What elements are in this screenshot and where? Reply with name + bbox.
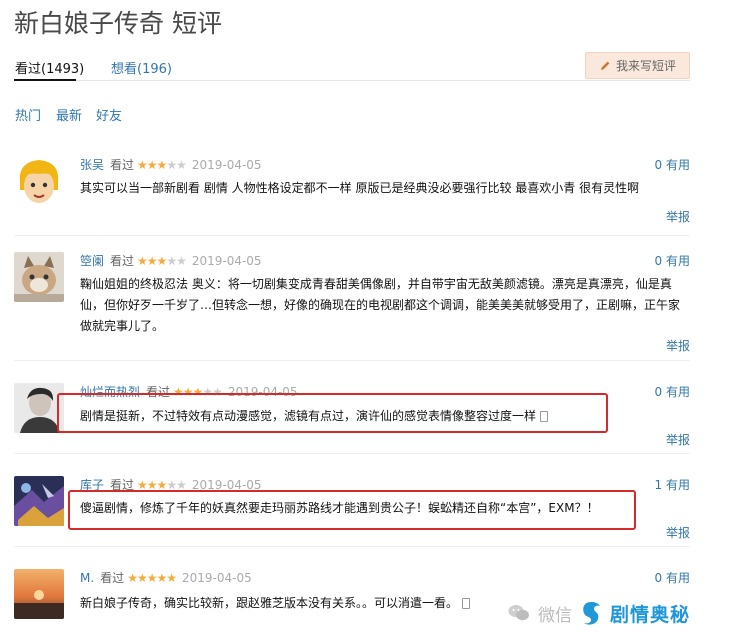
- write-review-button[interactable]: 我来写短评: [585, 52, 690, 79]
- reviewer-name[interactable]: M.: [80, 571, 94, 585]
- pencil-icon: [600, 61, 610, 70]
- review-content: 其实可以当一部新剧看 剧情 人物性格设定都不一样 原版已是经典没必要强行比较 最…: [80, 181, 640, 195]
- rating-stars: ★★★★★: [127, 571, 177, 585]
- useful-vote[interactable]: 1 有用: [655, 476, 690, 493]
- watch-status: 看过: [110, 254, 135, 268]
- avatar[interactable]: [14, 252, 64, 302]
- avatar[interactable]: [14, 156, 64, 206]
- filter-friends[interactable]: 好友: [96, 105, 122, 124]
- write-review-label: 我来写短评: [615, 59, 676, 73]
- reviewer-name[interactable]: 箜阑: [80, 254, 104, 268]
- watch-status: 看过: [110, 158, 135, 172]
- reviewer-name[interactable]: 张吴: [80, 158, 104, 172]
- avatar[interactable]: [14, 476, 64, 526]
- divider: [14, 453, 690, 454]
- useful-vote[interactable]: 0 有用: [655, 383, 690, 400]
- review-meta: M. 看过 ★★★★★ 2019-04-05: [80, 569, 252, 586]
- divider: [14, 360, 690, 361]
- filter-latest[interactable]: 最新: [56, 105, 82, 124]
- rating-stars: ★★★★★: [137, 254, 187, 268]
- divider: [14, 235, 690, 236]
- watermark-brand: 剧情奥秘: [610, 603, 691, 626]
- watermark-wechat-text: 微信: [538, 605, 572, 626]
- filter-hot[interactable]: 热门: [15, 105, 41, 124]
- brand-logo-icon: [583, 602, 600, 625]
- useful-vote[interactable]: 0 有用: [655, 569, 690, 586]
- avatar[interactable]: [14, 569, 64, 619]
- review-content: 鞠仙姐姐的终极忍法 奥义：将一切剧集变成青春甜美偶像剧，并自带宇宙无敌美颜滤镜。…: [80, 277, 681, 333]
- useful-vote[interactable]: 0 有用: [655, 156, 690, 173]
- review-meta: 箜阑 看过 ★★★★★ 2019-04-05: [80, 252, 262, 269]
- review-date: 2019-04-05: [191, 254, 262, 268]
- watermark: 微信 剧情奥秘: [508, 592, 733, 634]
- highlight-box: [68, 490, 636, 530]
- tabs-divider: [14, 80, 690, 81]
- review-item: 箜阑 看过 ★★★★★ 2019-04-05 0 有用 鞠仙姐姐的终极忍法 奥义：将一…: [14, 252, 690, 354]
- page-title: 新白娘子传奇 短评: [14, 9, 222, 38]
- rating-stars: ★★★★★: [137, 158, 187, 172]
- wechat-icon: [508, 605, 529, 621]
- report-link[interactable]: 举报: [666, 208, 690, 225]
- divider: [14, 546, 690, 547]
- report-link[interactable]: 举报: [666, 431, 690, 448]
- review-date: 2019-04-05: [191, 158, 262, 172]
- report-link[interactable]: 举报: [666, 524, 690, 541]
- tab-want[interactable]: 想看(196): [111, 58, 172, 77]
- mobile-icon: [462, 598, 471, 609]
- useful-vote[interactable]: 0 有用: [655, 252, 690, 269]
- review-date: 2019-04-05: [181, 571, 252, 585]
- tab-seen[interactable]: 看过(1493): [15, 58, 84, 77]
- review-meta: 张吴 看过 ★★★★★ 2019-04-05: [80, 156, 262, 173]
- report-link[interactable]: 举报: [666, 337, 690, 354]
- active-tab-indicator: [14, 79, 76, 81]
- review-item: 张吴 看过 ★★★★★ 2019-04-05 0 有用 其实可以当一部新剧看 剧情 人…: [14, 156, 690, 226]
- watch-status: 看过: [100, 571, 125, 585]
- highlight-box: [57, 393, 608, 433]
